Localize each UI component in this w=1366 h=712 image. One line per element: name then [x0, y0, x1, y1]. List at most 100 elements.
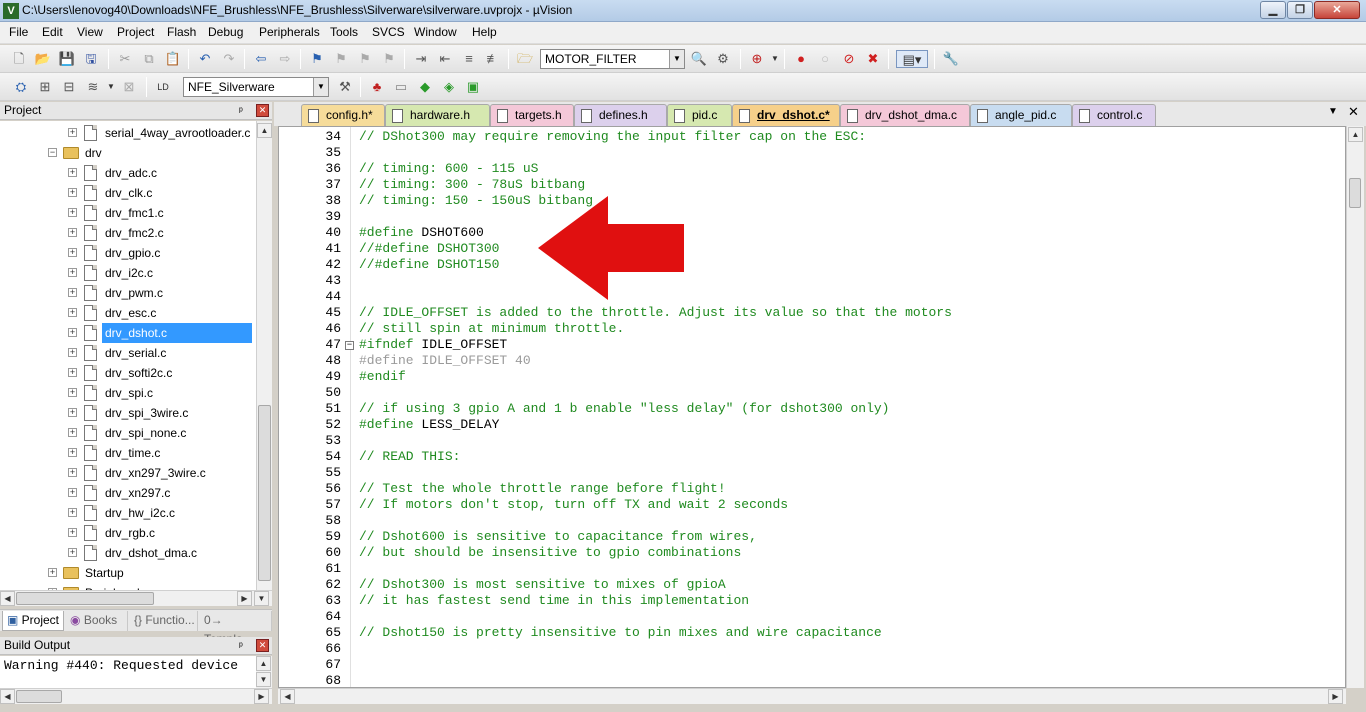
tab-functions[interactable]: {} Functio... [130, 611, 198, 631]
tree-file[interactable]: + drv_xn297_3wire.c [0, 463, 256, 483]
redo-icon[interactable]: ↷ [220, 50, 238, 68]
collapse-icon[interactable]: − [48, 148, 57, 157]
menu-help[interactable]: Help [472, 25, 497, 39]
target-combo[interactable]: NFE_Silverware ▼ [183, 77, 329, 97]
chevron-down-icon[interactable]: ▼ [669, 50, 684, 68]
stop-build-icon[interactable]: ⊠ [120, 78, 138, 96]
clear-bookmarks-icon[interactable]: ⚑ [380, 50, 398, 68]
prev-bookmark-icon[interactable]: ⚑ [332, 50, 350, 68]
find-icon[interactable]: 🔍 [690, 50, 708, 68]
batch-build-icon[interactable]: ≋ [84, 78, 102, 96]
menu-peripherals[interactable]: Peripherals [259, 25, 320, 39]
scroll-right-icon[interactable]: ▶ [254, 689, 269, 704]
menu-debug[interactable]: Debug [208, 25, 243, 39]
replace-icon[interactable]: ⚙ [714, 50, 732, 68]
editor-tab[interactable]: hardware.h [385, 104, 490, 126]
target-options-icon[interactable]: ⚒ [336, 78, 354, 96]
window-layout-icon[interactable]: ▤▾ [896, 50, 928, 68]
build-output-scrollbar[interactable]: ▲ ▼ [256, 656, 272, 688]
unindent-icon[interactable]: ⇤ [436, 50, 454, 68]
project-tree-scrollbar[interactable]: ▲ [256, 121, 272, 591]
nav-back-icon[interactable]: ⇦ [252, 50, 270, 68]
expand-icon[interactable]: + [68, 328, 77, 337]
expand-icon[interactable]: + [68, 408, 77, 417]
expand-icon[interactable]: + [68, 368, 77, 377]
build-icon[interactable]: ⊞ [36, 78, 54, 96]
expand-icon[interactable]: + [68, 508, 77, 517]
editor-scrollbar[interactable]: ▲ [1346, 126, 1364, 688]
manage-packs-icon[interactable]: ▭ [392, 78, 410, 96]
expand-icon[interactable]: + [68, 428, 77, 437]
tab-books[interactable]: ◉ Books [66, 611, 128, 631]
tree-file[interactable]: + drv_hw_i2c.c [0, 503, 256, 523]
minimize-button[interactable]: ▁ [1260, 1, 1286, 19]
editor-tab[interactable]: defines.h [574, 104, 667, 126]
breakpoint-icon[interactable]: ● [792, 50, 810, 68]
expand-icon[interactable]: + [48, 568, 57, 577]
editor-hscrollbar[interactable]: ◀ ▶ [278, 688, 1346, 704]
chevron-down-icon[interactable]: ▼ [102, 78, 120, 96]
editor-tab[interactable]: control.c [1072, 104, 1156, 126]
menu-flash[interactable]: Flash [167, 25, 196, 39]
scroll-left-icon[interactable]: ◀ [0, 689, 15, 704]
indent-icon[interactable]: ⇥ [412, 50, 430, 68]
tree-file[interactable]: + drv_serial.c [0, 343, 256, 363]
configure-icon[interactable]: 🔧 [942, 50, 960, 68]
close-panel-icon[interactable]: ✕ [256, 104, 269, 117]
scroll-up-icon[interactable]: ▲ [256, 656, 271, 671]
expand-icon[interactable]: + [68, 308, 77, 317]
tree-file[interactable]: + drv_softi2c.c [0, 363, 256, 383]
rebuild-icon[interactable]: ⊟ [60, 78, 78, 96]
tree-file[interactable]: + drv_pwm.c [0, 283, 256, 303]
debug-session-icon[interactable]: ⊕ [748, 50, 766, 68]
download-icon[interactable]: LD [154, 78, 172, 96]
close-tab-icon[interactable]: ✕ [1348, 104, 1359, 120]
expand-icon[interactable]: + [68, 228, 77, 237]
paste-icon[interactable]: 📋 [164, 50, 182, 68]
chevron-down-icon[interactable]: ▼ [313, 78, 328, 96]
tree-folder[interactable]: − drv [0, 143, 256, 163]
kill-breakpoints-icon[interactable]: ✖ [864, 50, 882, 68]
maximize-button[interactable]: ❐ [1287, 1, 1313, 19]
editor-tab[interactable]: drv_dshot.c* [732, 104, 840, 126]
cut-icon[interactable]: ✂ [116, 50, 134, 68]
manage-components-icon[interactable]: ♣ [368, 78, 386, 96]
new-file-icon[interactable]: 🗋 [10, 50, 28, 68]
tree-file[interactable]: + drv_spi_none.c [0, 423, 256, 443]
open-folder-icon[interactable]: 📂 [34, 50, 52, 68]
tree-file[interactable]: + drv_rgb.c [0, 523, 256, 543]
scroll-right-icon[interactable]: ▶ [237, 591, 252, 606]
tree-file[interactable]: + drv_dshot_dma.c [0, 543, 256, 563]
tree-file[interactable]: + drv_gpio.c [0, 243, 256, 263]
bookmark-icon[interactable]: ⚑ [308, 50, 326, 68]
translate-icon[interactable]: ⛭ [12, 78, 30, 96]
select-packs-icon[interactable]: ◆ [416, 78, 434, 96]
scroll-right-icon[interactable]: ▶ [1328, 689, 1343, 704]
pack-installer-icon[interactable]: ▣ [464, 78, 482, 96]
build-output-hscrollbar[interactable]: ◀ ▶ [0, 688, 272, 704]
expand-icon[interactable]: + [68, 348, 77, 357]
close-panel-icon[interactable]: ✕ [256, 639, 269, 652]
tree-file[interactable]: + drv_i2c.c [0, 263, 256, 283]
menu-file[interactable]: File [9, 25, 28, 39]
editor-tab[interactable]: targets.h [490, 104, 574, 126]
expand-icon[interactable]: + [68, 468, 77, 477]
tab-templates[interactable]: 0→ Templa... [200, 611, 272, 646]
tree-file[interactable]: + drv_adc.c [0, 163, 256, 183]
hscroll-thumb[interactable] [16, 592, 154, 605]
editor-tab[interactable]: drv_dshot_dma.c [840, 104, 970, 126]
save-all-icon[interactable]: 🖫 [82, 50, 100, 68]
tab-list-icon[interactable]: ▼ [1328, 106, 1338, 117]
expand-icon[interactable]: + [68, 248, 77, 257]
expand-icon[interactable]: + [68, 528, 77, 537]
tree-file[interactable]: + drv_dshot.c [0, 323, 256, 343]
save-icon[interactable]: 💾 [58, 50, 76, 68]
undo-icon[interactable]: ↶ [196, 50, 214, 68]
editor-tab[interactable]: angle_pid.c [970, 104, 1072, 126]
disable-all-breakpoints-icon[interactable]: ⊘ [840, 50, 858, 68]
tree-file[interactable]: + drv_spi.c [0, 383, 256, 403]
chevron-down-icon[interactable]: ▼ [766, 50, 784, 68]
hscroll-thumb[interactable] [16, 690, 62, 703]
expand-icon[interactable]: + [68, 448, 77, 457]
expand-icon[interactable]: + [68, 208, 77, 217]
